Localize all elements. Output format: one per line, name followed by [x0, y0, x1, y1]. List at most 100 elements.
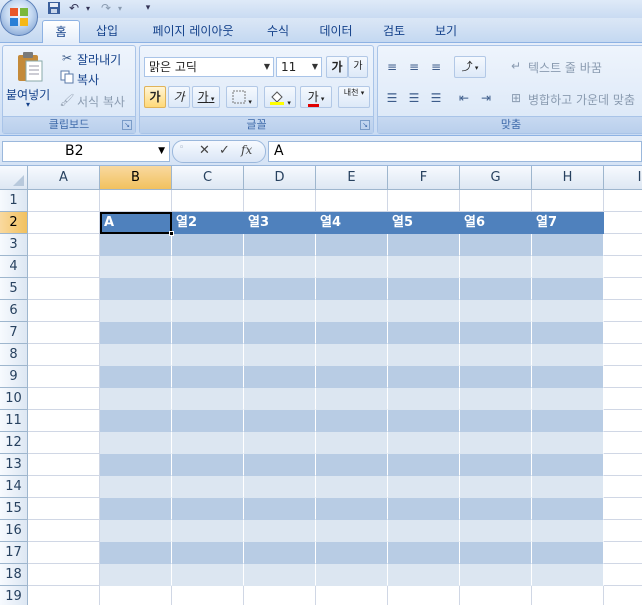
cell[interactable]: [460, 542, 532, 564]
cell[interactable]: [460, 410, 532, 432]
cell[interactable]: [388, 322, 460, 344]
cell[interactable]: [532, 344, 604, 366]
cell[interactable]: [172, 520, 244, 542]
cell[interactable]: [604, 366, 642, 388]
cell[interactable]: [244, 564, 316, 586]
cell[interactable]: [604, 498, 642, 520]
font-color-button[interactable]: 가 ▾: [300, 86, 332, 108]
cell[interactable]: [316, 344, 388, 366]
cell[interactable]: [604, 520, 642, 542]
fill-color-button[interactable]: ▾: [264, 86, 296, 108]
formula-input[interactable]: A: [268, 141, 642, 162]
cell[interactable]: [28, 410, 100, 432]
column-header-i[interactable]: I: [604, 166, 642, 190]
wrap-text-button[interactable]: ↵ 텍스트 줄 바꿈: [508, 58, 638, 76]
row-header-14[interactable]: 14: [0, 476, 28, 498]
format-painter-button[interactable]: 🖌 서식 복사: [59, 92, 135, 110]
paste-button[interactable]: 붙여넣기 ▾: [5, 48, 55, 112]
cell[interactable]: [172, 586, 244, 605]
cell[interactable]: [28, 344, 100, 366]
cell[interactable]: [316, 564, 388, 586]
cell[interactable]: [532, 366, 604, 388]
tab-home[interactable]: 홈: [42, 20, 80, 44]
select-all-button[interactable]: [0, 166, 28, 190]
cell[interactable]: [244, 520, 316, 542]
cell[interactable]: [460, 498, 532, 520]
cell[interactable]: [244, 256, 316, 278]
cell[interactable]: [100, 190, 172, 212]
cell[interactable]: [244, 344, 316, 366]
row-header-18[interactable]: 18: [0, 564, 28, 586]
cell[interactable]: [244, 190, 316, 212]
column-header-g[interactable]: G: [460, 166, 532, 190]
bold-button[interactable]: 가: [144, 86, 166, 108]
cell[interactable]: [460, 300, 532, 322]
cell[interactable]: [532, 234, 604, 256]
row-header-5[interactable]: 5: [0, 278, 28, 300]
cell[interactable]: [532, 476, 604, 498]
cell[interactable]: [172, 564, 244, 586]
cell[interactable]: [604, 300, 642, 322]
align-center-icon[interactable]: ☰: [406, 90, 422, 106]
align-middle-icon[interactable]: ≡: [406, 59, 422, 75]
table-header-cell[interactable]: 열4: [316, 212, 388, 234]
cell[interactable]: [388, 344, 460, 366]
cell[interactable]: [532, 410, 604, 432]
cell[interactable]: [172, 498, 244, 520]
column-header-h[interactable]: H: [532, 166, 604, 190]
cell[interactable]: [100, 542, 172, 564]
table-header-cell[interactable]: 열2: [172, 212, 244, 234]
cell[interactable]: [100, 256, 172, 278]
cell[interactable]: [100, 520, 172, 542]
cell[interactable]: [604, 212, 642, 234]
cell[interactable]: [244, 476, 316, 498]
cell[interactable]: [28, 476, 100, 498]
column-header-b[interactable]: B: [100, 166, 172, 190]
cell[interactable]: [28, 432, 100, 454]
font-size-combo[interactable]: 11 ▼: [276, 57, 322, 77]
cell[interactable]: [388, 300, 460, 322]
cell[interactable]: [388, 520, 460, 542]
cell[interactable]: [172, 344, 244, 366]
row-header-2[interactable]: 2: [0, 212, 28, 234]
cell[interactable]: [100, 498, 172, 520]
insert-function-icon[interactable]: fx: [241, 143, 252, 157]
cell[interactable]: [532, 256, 604, 278]
cell[interactable]: [100, 476, 172, 498]
cell[interactable]: [388, 256, 460, 278]
row-header-3[interactable]: 3: [0, 234, 28, 256]
cell[interactable]: [316, 322, 388, 344]
cell[interactable]: [388, 586, 460, 605]
row-header-4[interactable]: 4: [0, 256, 28, 278]
cell[interactable]: [100, 322, 172, 344]
increase-indent-icon[interactable]: ⇥: [478, 90, 494, 106]
cell[interactable]: [316, 542, 388, 564]
cell[interactable]: [316, 190, 388, 212]
cell[interactable]: [244, 366, 316, 388]
cell[interactable]: [244, 278, 316, 300]
cell[interactable]: [460, 190, 532, 212]
table-header-cell[interactable]: 열5: [388, 212, 460, 234]
tab-review[interactable]: 검토: [372, 20, 416, 43]
cell[interactable]: [172, 388, 244, 410]
cell[interactable]: [172, 234, 244, 256]
cell[interactable]: [388, 542, 460, 564]
row-header-8[interactable]: 8: [0, 344, 28, 366]
tab-formulas[interactable]: 수식: [256, 20, 300, 43]
cell[interactable]: [28, 454, 100, 476]
cell[interactable]: [100, 278, 172, 300]
cell[interactable]: [172, 366, 244, 388]
cell[interactable]: [28, 278, 100, 300]
row-header-10[interactable]: 10: [0, 388, 28, 410]
column-header-c[interactable]: C: [172, 166, 244, 190]
cell[interactable]: [316, 476, 388, 498]
cell[interactable]: [460, 344, 532, 366]
grow-font-button[interactable]: 가: [326, 56, 348, 78]
row-header-9[interactable]: 9: [0, 366, 28, 388]
cell[interactable]: [28, 366, 100, 388]
cell[interactable]: [604, 476, 642, 498]
cell[interactable]: [244, 388, 316, 410]
cell[interactable]: [244, 432, 316, 454]
cell[interactable]: [604, 410, 642, 432]
row-header-12[interactable]: 12: [0, 432, 28, 454]
